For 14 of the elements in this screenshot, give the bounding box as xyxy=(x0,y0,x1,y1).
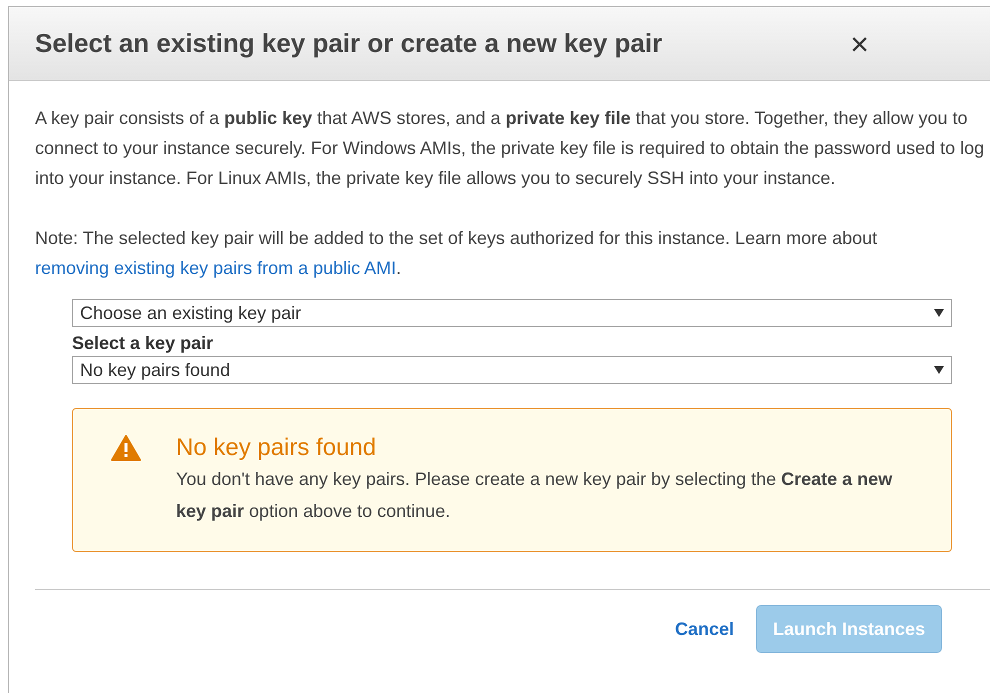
cancel-button[interactable]: Cancel xyxy=(673,616,736,642)
dropdown-arrow-icon xyxy=(934,366,944,374)
help-link[interactable]: removing existing key pairs from a public AMI xyxy=(35,258,396,278)
warning-icon xyxy=(111,435,141,461)
dropdown-arrow-icon xyxy=(934,309,944,317)
intro-paragraph: A key pair consists of a public key that AWS stores, and a private key file that you store. Together, they allow you to connect to your instance securely. For Windows AMIs, the private key file is required to obtain the password used to log into your instance. For Linux AMIs, the private key file allows you to securely SSH into your instance. xyxy=(35,107,986,190)
key-pair-dropdown[interactable]: No key pairs found xyxy=(72,356,952,384)
dialog-title: Select an existing key pair or create a new key pair xyxy=(35,27,662,60)
alert-message: You don't have any key pairs. Please create a new key pair by selecting the Create a new key pair option above to continue. xyxy=(176,468,894,523)
note-paragraph: Note: The selected key pair will be added to the set of keys authorized for this instance. Learn more about removing existing key pairs from a public AMI. xyxy=(35,227,878,280)
alert-title: No key pairs found xyxy=(176,433,378,463)
key-pair-mode-dropdown[interactable]: Choose an existing key pair xyxy=(72,299,952,327)
close-button[interactable]: × xyxy=(850,28,869,60)
key-pair-label: Select a key pair xyxy=(72,332,214,355)
